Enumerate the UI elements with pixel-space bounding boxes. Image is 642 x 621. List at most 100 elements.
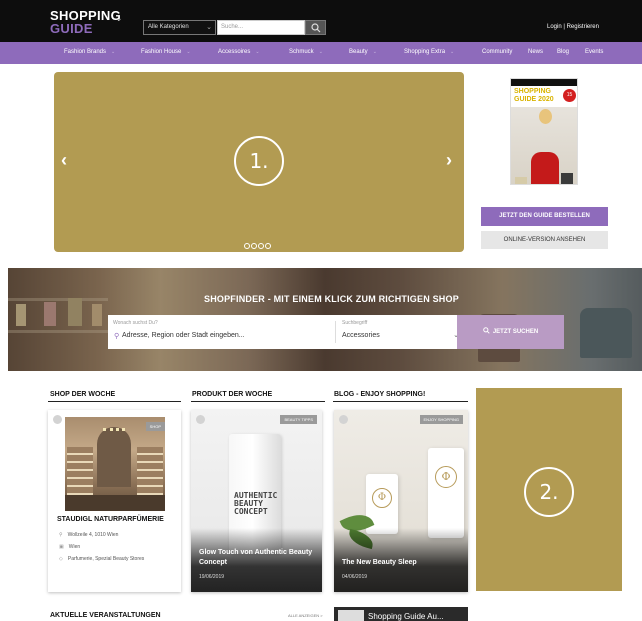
ad-slot-number-marker: 2. [524,467,574,517]
category-label: Suchbegriff [342,320,368,326]
shop-category-text: Parfumerie, Spezial Beauty Stores [67,556,145,562]
blog-date: 04/06/2019 [342,574,368,580]
chevron-down-icon[interactable]: ⌄ [115,13,123,24]
shopfinder-form: Wonach suchst Du? ⚲ Adresse, Region oder… [108,315,465,349]
nav-label: Accessoires [218,49,251,55]
search-icon [311,23,321,33]
slider-dots [244,236,272,254]
shop-photo [65,417,165,511]
chevron-down-icon: ⌄ [111,49,116,55]
card-tag: SHOP [145,422,165,431]
nav-item-blog[interactable]: Blog [557,49,569,55]
section-title-shop: SHOP DER WOCHE [50,391,116,398]
magazine-title: SHOPPING GUIDE 2020 [514,88,554,103]
login-register-link[interactable]: Login | Registrieren [547,24,599,30]
chandelier-shape [103,421,125,431]
brand-emblem-icon: Φ [435,466,457,488]
search-input[interactable]: Suche... [217,20,305,35]
nav-item-events[interactable]: Events [585,49,603,55]
blog-caption[interactable]: The New Beauty Sleep [342,558,460,568]
nav-item-accessoires[interactable]: Accessoires ⌄ [218,49,260,55]
chevron-down-icon: ⌄ [372,49,377,55]
shop-arch-shape [97,427,131,487]
location-input[interactable]: Adresse, Region oder Stadt eingeben... [122,332,245,339]
nav-label: Fashion Brands [64,49,107,55]
slider-dot[interactable] [265,243,271,249]
search-button-label: JETZT SUCHEN [492,329,539,335]
nav-item-fashion-house[interactable]: Fashion House ⌄ [141,49,191,55]
location-pin-icon: ⚲ [59,532,63,538]
top-header: SHOPPING GUIDE ⌄ Alle Kategorien ⌄ Suche… [0,0,642,42]
card-tag: BEAUTY TIPPS [280,415,317,424]
nav-item-fashion-brands[interactable]: Fashion Brands ⌄ [64,49,115,55]
product-caption[interactable]: Glow Touch von Authentic Beauty Concept [199,548,314,568]
nav-item-shopping-extra[interactable]: Shopping Extra ⌄ [404,49,454,55]
product-jar: Φ [428,448,464,538]
events-show-all-link[interactable]: ALLE ANZEIGEN > [288,613,323,618]
nav-item-schmuck[interactable]: Schmuck ⌄ [289,49,323,55]
shopfinder-search-button[interactable]: JETZT SUCHEN [457,315,564,349]
location-pin-icon: ⚲ [114,333,120,340]
shop-address: ⚲ Wollzeile 4, 1010 Wien [59,532,118,538]
video-title: Shopping Guide Au... [368,612,444,621]
product-of-week-card[interactable]: AUTHENTIC BEAUTY CONCEPT BEAUTY TIPPS Gl… [191,410,322,592]
tag-icon: ◇ [59,556,63,562]
nav-label: Schmuck [289,49,314,55]
bookmark-icon[interactable] [53,415,62,424]
shop-city-text: Wien [68,544,81,550]
search-button[interactable] [305,20,326,35]
logo[interactable]: SHOPPING GUIDE [50,9,121,35]
chevron-left-icon[interactable]: ‹ [61,150,67,171]
video-thumbnail [338,610,364,621]
magazine-header-strip [511,79,577,86]
chevron-down-icon: ⌄ [186,49,191,55]
nav-label: Community [482,49,513,55]
video-teaser[interactable]: Shopping Guide Au... [334,607,468,621]
category-dropdown[interactable]: Accessories [342,332,380,339]
cover-model-dress [531,152,559,184]
main-nav: Fashion Brands ⌄ Fashion House ⌄ Accessoir… [0,42,642,64]
nav-label: Blog [557,49,570,55]
search-placeholder: Suche... [221,24,244,30]
nav-item-news[interactable]: News [528,49,543,55]
chevron-right-icon[interactable]: › [446,150,452,171]
bookmark-icon[interactable] [196,415,205,424]
blog-card[interactable]: Φ Φ ENJOY SHOPPING The New Beauty Sleep … [334,410,468,592]
section-title-blog: BLOG - ENJOY SHOPPING! [334,391,426,398]
location-label: Wonach suchst Du? [113,320,158,326]
chevron-down-icon: ⌄ [450,49,455,55]
product-date: 19/06/2019 [199,574,225,580]
shop-floor-shape [65,495,165,511]
cover-model-head [539,109,552,124]
category-select-value: Alle Kategorien [148,24,189,30]
section-divider [48,401,181,402]
nav-item-beauty[interactable]: Beauty ⌄ [349,49,377,55]
chevron-down-icon: ⌄ [206,24,212,31]
shop-shelf-shape [137,447,163,495]
shopping-bag-shape [515,177,527,184]
shop-of-week-card[interactable]: SHOP STAUDIGL NATURPARFÜMERIE ⚲ Wollzeile… [48,410,181,592]
online-version-button[interactable]: ONLINE-VERSION ANSEHEN [481,231,608,249]
nav-item-community[interactable]: Community [482,49,512,55]
chevron-down-icon: ⌄ [318,49,323,55]
brand-emblem-icon: Φ [372,488,392,508]
slider-dot[interactable] [258,243,264,249]
shop-shelf-shape [67,447,93,495]
slide-number-marker: 1. [234,136,284,186]
bookmark-icon[interactable] [339,415,348,424]
nav-label: News [528,49,544,55]
magazine-cover[interactable]: SHOPPING GUIDE 2020 15 [510,78,578,185]
shopfinder-title: SHOPFINDER - MIT EINEM KLICK ZUM RICHTIG… [204,294,459,304]
shop-address-text: Wollzeile 4, 1010 Wien [67,532,119,538]
search-icon [483,327,490,334]
section-divider [333,401,468,402]
order-guide-button[interactable]: JETZT DEN GUIDE BESTELLEN [481,207,608,226]
slider-dot[interactable] [251,243,257,249]
section-title-product: PRODUKT DER WOCHE [192,391,273,398]
bottle-label: AUTHENTIC BEAUTY CONCEPT [234,491,278,516]
slider-dot[interactable] [244,243,250,249]
shop-city: ▣ Wien [59,544,80,550]
shop-name[interactable]: STAUDIGL NATURPARFÜMERIE [57,516,164,523]
category-select[interactable]: Alle Kategorien ⌄ [143,20,216,35]
chevron-down-icon: ⌄ [255,49,260,55]
